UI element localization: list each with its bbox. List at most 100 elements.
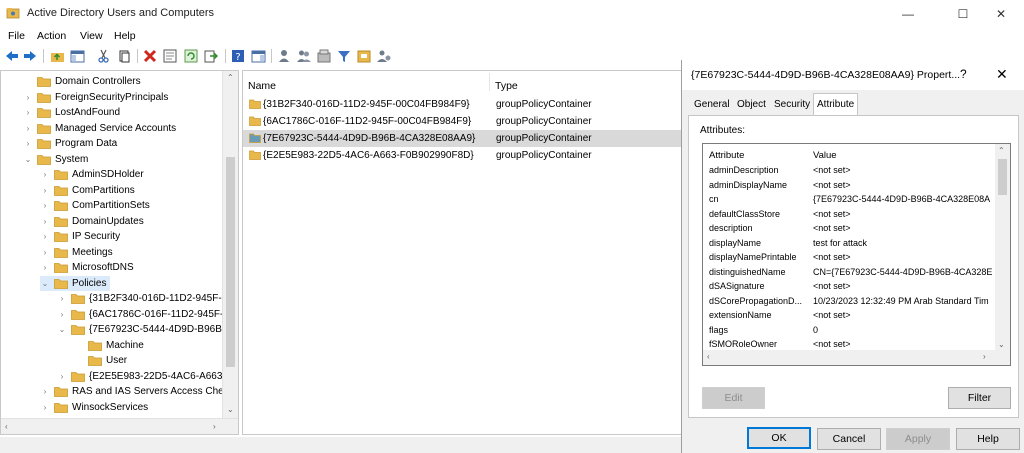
list-item[interactable]: {6AC1786C-016F-11D2-945F-00C04FB984F9} gr… — [243, 113, 681, 130]
tree-item[interactable]: › AdminSDHolder — [40, 167, 144, 182]
tree-item[interactable]: › ForeignSecurityPrincipals — [23, 90, 169, 105]
console-tree[interactable]: Domain Controllers › ForeignSecurityPrinci… — [0, 70, 239, 435]
tree-item[interactable]: ⌄ System — [23, 152, 89, 167]
list-item[interactable]: {31B2F340-016D-11D2-945F-00C04FB984F9} gr… — [243, 96, 681, 113]
tree-item[interactable]: › ComPartitions — [40, 183, 135, 198]
chevron-right-icon[interactable]: › — [57, 307, 67, 322]
tree-scroll-thumb[interactable] — [226, 157, 235, 367]
show-action-pane-button[interactable] — [250, 48, 266, 64]
minimize-button[interactable]: — — [885, 0, 931, 27]
tree-item[interactable]: Domain Controllers — [23, 74, 141, 89]
tree-item[interactable]: › {E2E5E983-22D5-4AC6-A663-F0 — [57, 369, 238, 384]
menu-action[interactable]: Action — [37, 30, 66, 42]
tree-item[interactable]: › IP Security — [40, 229, 121, 244]
attributes-list[interactable]: Attribute Value adminDescription <not set… — [702, 143, 1011, 366]
attribute-row[interactable]: distinguishedName CN={7E67923C-5444-4D9D-… — [703, 266, 995, 281]
attributes-horizontal-scrollbar[interactable]: ‹ › — [703, 350, 1010, 365]
new-group-button[interactable] — [296, 48, 312, 64]
tree-item[interactable]: › ComPartitionSets — [40, 198, 150, 213]
chevron-right-icon[interactable]: › — [40, 245, 50, 260]
tree-item[interactable]: › MicrosoftDNS — [40, 260, 134, 275]
up-one-level-button[interactable] — [49, 48, 65, 64]
scroll-up-icon[interactable]: ⌃ — [227, 73, 234, 82]
chevron-down-icon[interactable]: ⌄ — [57, 322, 67, 337]
new-computer-button[interactable] — [356, 48, 372, 64]
tree-item[interactable]: › DomainUpdates — [40, 214, 144, 229]
column-header-attribute[interactable]: Attribute — [709, 150, 744, 161]
ok-button[interactable]: OK — [747, 427, 811, 449]
help-button[interactable]: ? — [230, 48, 246, 64]
refresh-button[interactable] — [183, 48, 199, 64]
export-list-button[interactable] — [203, 48, 219, 64]
chevron-right-icon[interactable]: › — [23, 121, 33, 136]
edit-button[interactable]: Edit — [702, 387, 765, 409]
attribute-row[interactable]: extensionName <not set> — [703, 309, 995, 324]
scroll-right-icon[interactable]: › — [213, 422, 216, 431]
back-button[interactable] — [4, 48, 20, 64]
column-header-value[interactable]: Value — [813, 150, 837, 161]
list-item[interactable]: {E2E5E983-22D5-4AC6-A663-F0B902990F8D} gr… — [243, 147, 681, 164]
dialog-close-icon[interactable]: ✕ — [996, 66, 1008, 83]
chevron-right-icon[interactable]: › — [23, 136, 33, 151]
tree-item[interactable]: › RAS and IAS Servers Access Check — [40, 384, 234, 399]
forward-button[interactable] — [22, 48, 38, 64]
attribute-row[interactable]: dSCorePropagationD... 10/23/2023 12:32:49… — [703, 295, 995, 310]
properties-button[interactable] — [162, 48, 178, 64]
chevron-right-icon[interactable]: › — [40, 400, 50, 415]
new-user-button[interactable] — [277, 48, 293, 64]
tree-horizontal-scrollbar[interactable]: ‹ › — [1, 418, 238, 434]
tab-object[interactable]: Object — [734, 95, 769, 115]
attribute-row[interactable]: adminDisplayName <not set> — [703, 179, 995, 194]
tree-item[interactable]: › Program Data — [23, 136, 118, 151]
tree-item[interactable]: › Meetings — [40, 245, 113, 260]
chevron-right-icon[interactable]: › — [40, 167, 50, 182]
attribute-row[interactable]: flags 0 — [703, 324, 995, 339]
attribute-row[interactable]: dSASignature <not set> — [703, 280, 995, 295]
scroll-down-icon[interactable]: ⌄ — [227, 405, 234, 414]
filter-attributes-button[interactable]: Filter — [948, 387, 1011, 409]
menu-view[interactable]: View — [80, 30, 103, 42]
details-pane[interactable]: Name Type {31B2F340-016D-11D2-945F-00C04… — [242, 70, 682, 435]
tree-item[interactable]: › Managed Service Accounts — [23, 121, 177, 136]
chevron-right-icon[interactable]: › — [40, 198, 50, 213]
menu-file[interactable]: File — [8, 30, 25, 42]
tree-item[interactable]: ⌄ Policies — [40, 275, 111, 291]
attributes-vertical-scrollbar[interactable]: ⌃ ⌄ — [995, 144, 1010, 352]
tree-item[interactable]: ⌄ {7E67923C-5444-4D9D-B96B-4 — [57, 322, 231, 337]
attributes-scroll-thumb[interactable] — [998, 159, 1007, 195]
tree-vertical-scrollbar[interactable]: ⌃ ⌄ — [222, 71, 238, 419]
tab-security[interactable]: Security — [771, 95, 813, 115]
column-header-type[interactable]: Type — [495, 80, 518, 92]
menu-help[interactable]: Help — [114, 30, 136, 42]
tab-general[interactable]: General — [691, 95, 733, 115]
chevron-right-icon[interactable]: › — [57, 291, 67, 306]
tree-item[interactable]: › {31B2F340-016D-11D2-945F-00 — [57, 291, 233, 306]
help-dialog-button[interactable]: Help — [956, 428, 1020, 450]
scroll-left-icon[interactable]: ‹ — [5, 422, 8, 431]
chevron-right-icon[interactable]: › — [40, 384, 50, 399]
tree-item[interactable]: › {6AC1786C-016F-11D2-945F-00 — [57, 307, 235, 322]
tree-item[interactable]: User — [74, 353, 127, 368]
chevron-down-icon[interactable]: ⌄ — [40, 276, 50, 291]
chevron-right-icon[interactable]: › — [23, 105, 33, 120]
column-header-name[interactable]: Name — [248, 80, 276, 92]
close-button[interactable]: ✕ — [978, 0, 1024, 27]
list-item[interactable]: {7E67923C-5444-4D9D-B96B-4CA328E08AA9} gr… — [243, 130, 681, 147]
apply-button[interactable]: Apply — [886, 428, 950, 450]
show-hide-tree-button[interactable] — [69, 48, 85, 64]
chevron-right-icon[interactable]: › — [40, 260, 50, 275]
cancel-button[interactable]: Cancel — [817, 428, 881, 450]
chevron-right-icon[interactable]: › — [40, 183, 50, 198]
tree-item[interactable]: Machine — [74, 338, 144, 353]
chevron-down-icon[interactable]: ⌄ — [23, 152, 33, 167]
chevron-right-icon[interactable]: › — [23, 90, 33, 105]
chevron-right-icon[interactable]: › — [57, 369, 67, 384]
attribute-row[interactable]: description <not set> — [703, 222, 995, 237]
filter-button[interactable] — [336, 48, 352, 64]
cut-button[interactable] — [95, 48, 111, 64]
tree-item[interactable]: › LostAndFound — [23, 105, 120, 120]
attribute-row[interactable]: displayName test for attack — [703, 237, 995, 252]
add-to-group-button[interactable] — [376, 48, 392, 64]
tab-attribute-editor[interactable]: Attribute Editor — [813, 93, 859, 132]
chevron-right-icon[interactable]: › — [40, 229, 50, 244]
